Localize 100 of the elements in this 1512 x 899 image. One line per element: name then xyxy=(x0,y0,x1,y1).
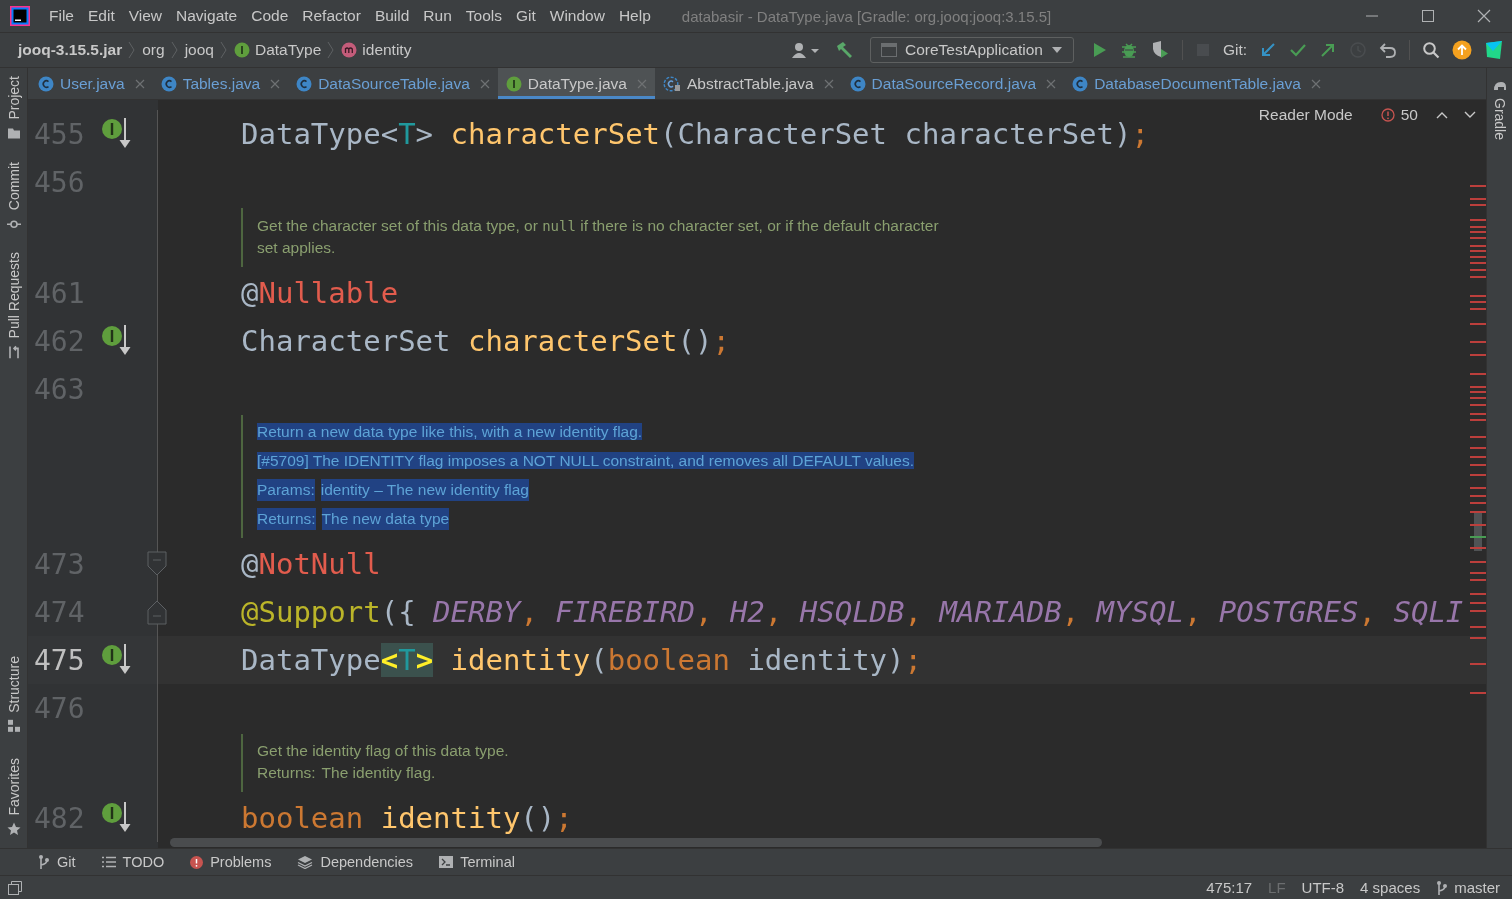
tool-window-button[interactable]: TODO xyxy=(101,854,165,870)
menu-item[interactable]: Edit xyxy=(81,7,122,25)
code-line: @Nullable xyxy=(241,275,399,312)
menu-item[interactable]: Refactor xyxy=(295,7,368,25)
tool-window-button[interactable]: Dependencies xyxy=(297,854,414,870)
tool-window-button[interactable]: Pull Requests xyxy=(5,249,22,361)
method-icon xyxy=(341,42,358,58)
problem-count: 50 xyxy=(1400,106,1418,124)
doc-tag-label: Returns: xyxy=(257,508,316,530)
list-icon xyxy=(101,856,116,868)
tool-window-button[interactable]: Commit xyxy=(5,159,22,232)
code-line: DataType<T> characterSet(CharacterSet characterSet); xyxy=(241,116,1149,153)
pull-requests-icon xyxy=(6,344,21,359)
fold-icon[interactable] xyxy=(147,599,167,625)
branch-icon xyxy=(38,854,50,870)
implemented-icon[interactable] xyxy=(101,323,133,357)
menu-item[interactable]: File xyxy=(42,7,81,25)
window-icon xyxy=(881,43,897,57)
tool-window-button[interactable]: Problems xyxy=(190,854,272,870)
update-icon[interactable] xyxy=(1452,40,1472,60)
status-item[interactable]: UTF-8 xyxy=(1301,879,1345,896)
branch-icon xyxy=(1436,879,1449,896)
doc-text: Get the character set of this data type, or null if there is no character set, or if the default character set applies. xyxy=(257,216,940,258)
file-tab[interactable]: DataSourceRecord.java xyxy=(841,68,1065,99)
doc-tag-label: Returns: xyxy=(257,763,316,783)
status-item[interactable]: 475:17 xyxy=(1206,879,1253,896)
toolbox-logo-icon[interactable] xyxy=(1484,40,1504,60)
reader-mode-link[interactable]: Reader Mode xyxy=(1258,106,1353,124)
menu-item[interactable]: Run xyxy=(416,7,459,25)
file-tab[interactable]: User.java xyxy=(30,68,153,99)
breadcrumb[interactable]: DataType xyxy=(229,41,326,59)
breadcrumb[interactable]: org xyxy=(138,41,169,59)
code-line: @Support({ DERBY, FIREBIRD, H2, HSQLDB, MARIADB, MYSQL, POSTGRES, SQLI xyxy=(241,594,1464,631)
menu-item[interactable]: Tools xyxy=(458,7,509,25)
search-icon[interactable] xyxy=(1422,41,1440,59)
undo-icon[interactable] xyxy=(1379,41,1397,59)
terminal-icon xyxy=(439,856,454,868)
structure-icon xyxy=(6,718,21,733)
file-tab[interactable]: DataType.java xyxy=(497,68,655,99)
caret-icon xyxy=(1050,46,1063,54)
arrow-down-left-icon[interactable] xyxy=(1259,41,1277,59)
file-tab[interactable]: DataSourceTable.java xyxy=(288,68,498,99)
doc-text: The identity flag. xyxy=(321,763,436,783)
arrow-up-right-icon[interactable] xyxy=(1319,41,1337,59)
interface-icon xyxy=(505,75,522,92)
menu-item[interactable]: View xyxy=(121,7,170,25)
chevron-up-icon[interactable] xyxy=(1436,111,1448,119)
code-line: @NotNull xyxy=(241,546,381,583)
run-configuration-dropdown[interactable]: CoreTestApplication xyxy=(870,37,1074,63)
doc-text: [#5709] The IDENTITY flag imposes a NOT NULL constraint, and removes all DEFAULT values. xyxy=(257,451,915,471)
user-icon[interactable] xyxy=(790,41,822,59)
interface-icon xyxy=(233,42,250,58)
breadcrumb[interactable]: jooq-3.15.5.jar xyxy=(14,41,127,59)
status-item[interactable]: master xyxy=(1436,879,1500,896)
error-icon xyxy=(190,855,204,869)
status-item[interactable]: 4 spaces xyxy=(1360,879,1421,896)
doc-text: identity – The new identity flag xyxy=(320,479,529,501)
line-number: 475 xyxy=(34,643,85,677)
tool-window-button[interactable]: Gradle xyxy=(1491,76,1508,143)
class-icon xyxy=(849,75,866,92)
menu-item[interactable]: Code xyxy=(244,7,296,25)
error-icon xyxy=(1380,108,1395,122)
tool-window-button[interactable]: Favorites xyxy=(5,756,22,838)
class-icon xyxy=(296,75,313,92)
menu-item[interactable]: Help xyxy=(611,7,658,25)
implemented-icon[interactable] xyxy=(101,800,133,834)
doc-text: Return a new data type like this, with a new identity flag. xyxy=(257,422,644,442)
panel-toggle-icon[interactable] xyxy=(8,880,22,895)
scrollbar[interactable] xyxy=(170,838,1102,847)
file-tab[interactable]: Tables.java xyxy=(152,68,289,99)
bug-icon[interactable] xyxy=(1119,41,1138,59)
menu-item[interactable]: Git xyxy=(508,7,543,25)
menu-item[interactable]: Build xyxy=(367,7,417,25)
close-icon[interactable] xyxy=(270,78,281,89)
fold-icon[interactable] xyxy=(147,551,167,577)
git-label: Git: xyxy=(1222,41,1247,59)
file-tab[interactable]: DatabaseDocumentTable.java xyxy=(1064,68,1329,99)
code-line: boolean identity(); xyxy=(241,800,573,837)
tool-window-button[interactable]: Terminal xyxy=(439,854,515,870)
implemented-icon[interactable] xyxy=(101,642,133,676)
breadcrumb[interactable]: identity xyxy=(337,41,416,59)
tool-window-button[interactable]: Project xyxy=(5,74,22,142)
favorites-icon xyxy=(6,822,21,836)
menu-item[interactable]: Window xyxy=(542,7,612,25)
close-icon[interactable] xyxy=(134,78,145,89)
file-tab[interactable]: AbstractTable.java xyxy=(654,68,842,99)
tool-window-button[interactable]: Git xyxy=(38,854,76,870)
close-icon[interactable] xyxy=(479,78,490,89)
class-icon xyxy=(38,75,54,92)
breadcrumb[interactable]: jooq xyxy=(180,41,218,59)
menu-item[interactable]: Navigate xyxy=(169,7,245,25)
close-icon[interactable] xyxy=(823,78,834,89)
implemented-icon[interactable] xyxy=(101,116,133,150)
close-icon[interactable] xyxy=(1310,78,1321,89)
class-icon xyxy=(1072,75,1089,92)
hammer-icon[interactable] xyxy=(834,40,854,60)
chevron-down-icon[interactable] xyxy=(1464,111,1476,119)
close-icon[interactable] xyxy=(1046,78,1057,89)
abstract-class-icon xyxy=(662,75,681,92)
tool-window-button[interactable]: Structure xyxy=(5,653,22,735)
